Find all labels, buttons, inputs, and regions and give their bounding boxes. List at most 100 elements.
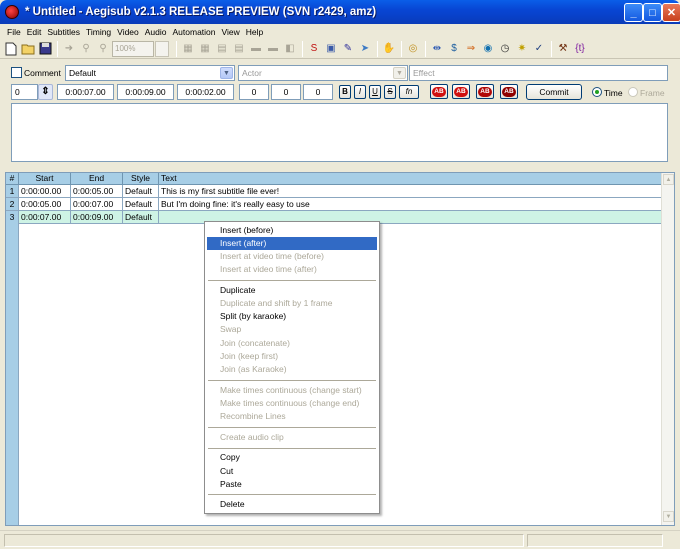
menu-item-continuous-end[interactable]: Make times continuous (change end)	[207, 397, 377, 410]
comment-checkbox[interactable]	[11, 67, 22, 78]
outline-color-button[interactable]: AB	[476, 84, 494, 99]
open-folder-icon[interactable]	[20, 41, 36, 57]
menu-item-duplicate[interactable]: Duplicate	[207, 284, 377, 297]
style-combo[interactable]: Default ▼	[65, 65, 235, 81]
italic-button[interactable]: I	[354, 85, 366, 99]
kanji-timer-icon[interactable]: $	[446, 41, 462, 57]
end-time-field[interactable]: 0:00:09.00	[117, 84, 174, 100]
menu-item-paste[interactable]: Paste	[207, 478, 377, 491]
menu-automation[interactable]: Automation	[170, 27, 219, 37]
zoom-select[interactable]: 100%	[112, 40, 154, 57]
effect-input[interactable]: Effect	[409, 65, 668, 81]
menu-edit[interactable]: Edit	[24, 27, 45, 37]
menu-item-join-concatenate[interactable]: Join (concatenate)	[207, 337, 377, 350]
primary-color-button[interactable]: AB	[430, 84, 448, 99]
app-icon[interactable]	[5, 5, 19, 19]
styles-manager-icon[interactable]: S	[306, 41, 322, 57]
menu-item-insert-video-before[interactable]: Insert at video time (before)	[207, 250, 377, 263]
menu-item-join-keep-first[interactable]: Join (keep first)	[207, 350, 377, 363]
row-style: Default	[123, 198, 159, 211]
time-radio[interactable]	[592, 87, 602, 97]
menu-item-recombine-lines[interactable]: Recombine Lines	[207, 410, 377, 423]
menu-help[interactable]: Help	[243, 27, 266, 37]
new-file-icon[interactable]	[3, 41, 19, 57]
menu-item-delete[interactable]: Delete	[207, 498, 377, 511]
video-start-icon[interactable]: ▤	[214, 41, 230, 57]
menu-subtitles[interactable]: Subtitles	[44, 27, 83, 37]
menu-timing[interactable]: Timing	[83, 27, 114, 37]
attachments-icon[interactable]: ✎	[340, 41, 356, 57]
snap-end-icon[interactable]: ▬	[265, 41, 281, 57]
shadow-color-button[interactable]: AB	[500, 84, 518, 99]
layer-spin-icon[interactable]: ⇕	[38, 84, 53, 100]
duration-field[interactable]: 0:00:02.00	[177, 84, 234, 100]
fonts-collector-icon[interactable]: ➤	[357, 41, 373, 57]
automation-icon[interactable]: ✋	[381, 41, 397, 57]
zoom-dropdown-button[interactable]	[155, 40, 169, 57]
margin-left-field[interactable]: 0	[239, 84, 269, 100]
frame-radio[interactable]	[628, 87, 638, 97]
snap-start-icon[interactable]: ▬	[248, 41, 264, 57]
styling-assistant-icon[interactable]: ✓	[531, 41, 547, 57]
menu-item-duplicate-shift[interactable]: Duplicate and shift by 1 frame	[207, 297, 377, 310]
snap-scene-icon[interactable]: ◧	[282, 41, 298, 57]
clock-icon[interactable]: ◷	[497, 41, 513, 57]
secondary-color-button[interactable]: AB	[452, 84, 470, 99]
minimize-button[interactable]: _	[624, 3, 643, 22]
menu-view[interactable]: View	[219, 27, 243, 37]
maximize-button[interactable]: □	[643, 3, 662, 22]
start-time-field[interactable]: 0:00:07.00	[57, 84, 114, 100]
menu-item-insert-after[interactable]: Insert (after)	[207, 237, 377, 250]
menu-item-insert-before[interactable]: Insert (before)	[207, 224, 377, 237]
chevron-down-icon[interactable]: ▼	[393, 67, 406, 79]
menu-item-join-karaoke[interactable]: Join (as Karaoke)	[207, 363, 377, 376]
menu-item-split-karaoke[interactable]: Split (by karaoke)	[207, 310, 377, 323]
underline-button[interactable]: U	[369, 85, 381, 99]
strikeout-button[interactable]: S	[384, 85, 396, 99]
layer-field[interactable]: 0	[11, 84, 38, 100]
margin-right-field[interactable]: 0	[271, 84, 301, 100]
header-style[interactable]: Style	[123, 173, 159, 185]
scroll-down-icon[interactable]: ▼	[663, 511, 674, 522]
options-icon[interactable]: ⚒	[555, 41, 571, 57]
close-button[interactable]: ✕	[662, 3, 680, 22]
header-number[interactable]: #	[6, 173, 19, 185]
font-button[interactable]: fn	[399, 85, 419, 99]
menu-item-copy[interactable]: Copy	[207, 451, 377, 464]
grid-scrollbar[interactable]: ▲ ▼	[661, 173, 674, 525]
bold-button[interactable]: B	[339, 85, 351, 99]
shift-times-icon[interactable]: ⇒	[463, 41, 479, 57]
chevron-down-icon[interactable]: ▼	[220, 67, 233, 79]
commit-button[interactable]: Commit	[526, 84, 582, 100]
menu-video[interactable]: Video	[114, 27, 142, 37]
tag-hide-icon[interactable]: {t}	[572, 41, 588, 57]
menu-item-cut[interactable]: Cut	[207, 465, 377, 478]
scroll-up-icon[interactable]: ▲	[663, 174, 674, 185]
header-start[interactable]: Start	[19, 173, 71, 185]
properties-icon[interactable]: ▣	[323, 41, 339, 57]
margin-vertical-field[interactable]: 0	[303, 84, 333, 100]
zoom-out-icon[interactable]: ⚲	[95, 41, 111, 57]
actor-combo[interactable]: Actor ▼	[238, 65, 408, 81]
menu-file[interactable]: File	[4, 27, 24, 37]
table-row[interactable]: 2 0:00:05.00 0:00:07.00 Default But I'm …	[6, 198, 668, 211]
menu-item-swap[interactable]: Swap	[207, 323, 377, 336]
video-end-icon[interactable]: ▤	[231, 41, 247, 57]
menu-item-insert-video-after[interactable]: Insert at video time (after)	[207, 263, 377, 276]
table-row[interactable]: 1 0:00:00.00 0:00:05.00 Default This is …	[6, 185, 668, 198]
translation-assistant-icon[interactable]: ✷	[514, 41, 530, 57]
timing-processor-icon[interactable]: ⇹	[429, 41, 445, 57]
subs-jump-end-icon[interactable]: ▦	[197, 41, 213, 57]
save-icon[interactable]	[37, 41, 53, 57]
menu-audio[interactable]: Audio	[142, 27, 170, 37]
subs-jump-start-icon[interactable]: ▦	[180, 41, 196, 57]
subtitle-text-editor[interactable]	[11, 103, 668, 162]
jump-video-icon[interactable]: ➜	[61, 41, 77, 57]
zoom-in-icon[interactable]: ⚲	[78, 41, 94, 57]
spell-checker-icon[interactable]: ◉	[480, 41, 496, 57]
menu-item-continuous-start[interactable]: Make times continuous (change start)	[207, 384, 377, 397]
header-text[interactable]: Text	[159, 173, 668, 185]
header-end[interactable]: End	[71, 173, 123, 185]
resample-icon[interactable]: ◎	[405, 41, 421, 57]
menu-item-create-audio-clip[interactable]: Create audio clip	[207, 431, 377, 444]
